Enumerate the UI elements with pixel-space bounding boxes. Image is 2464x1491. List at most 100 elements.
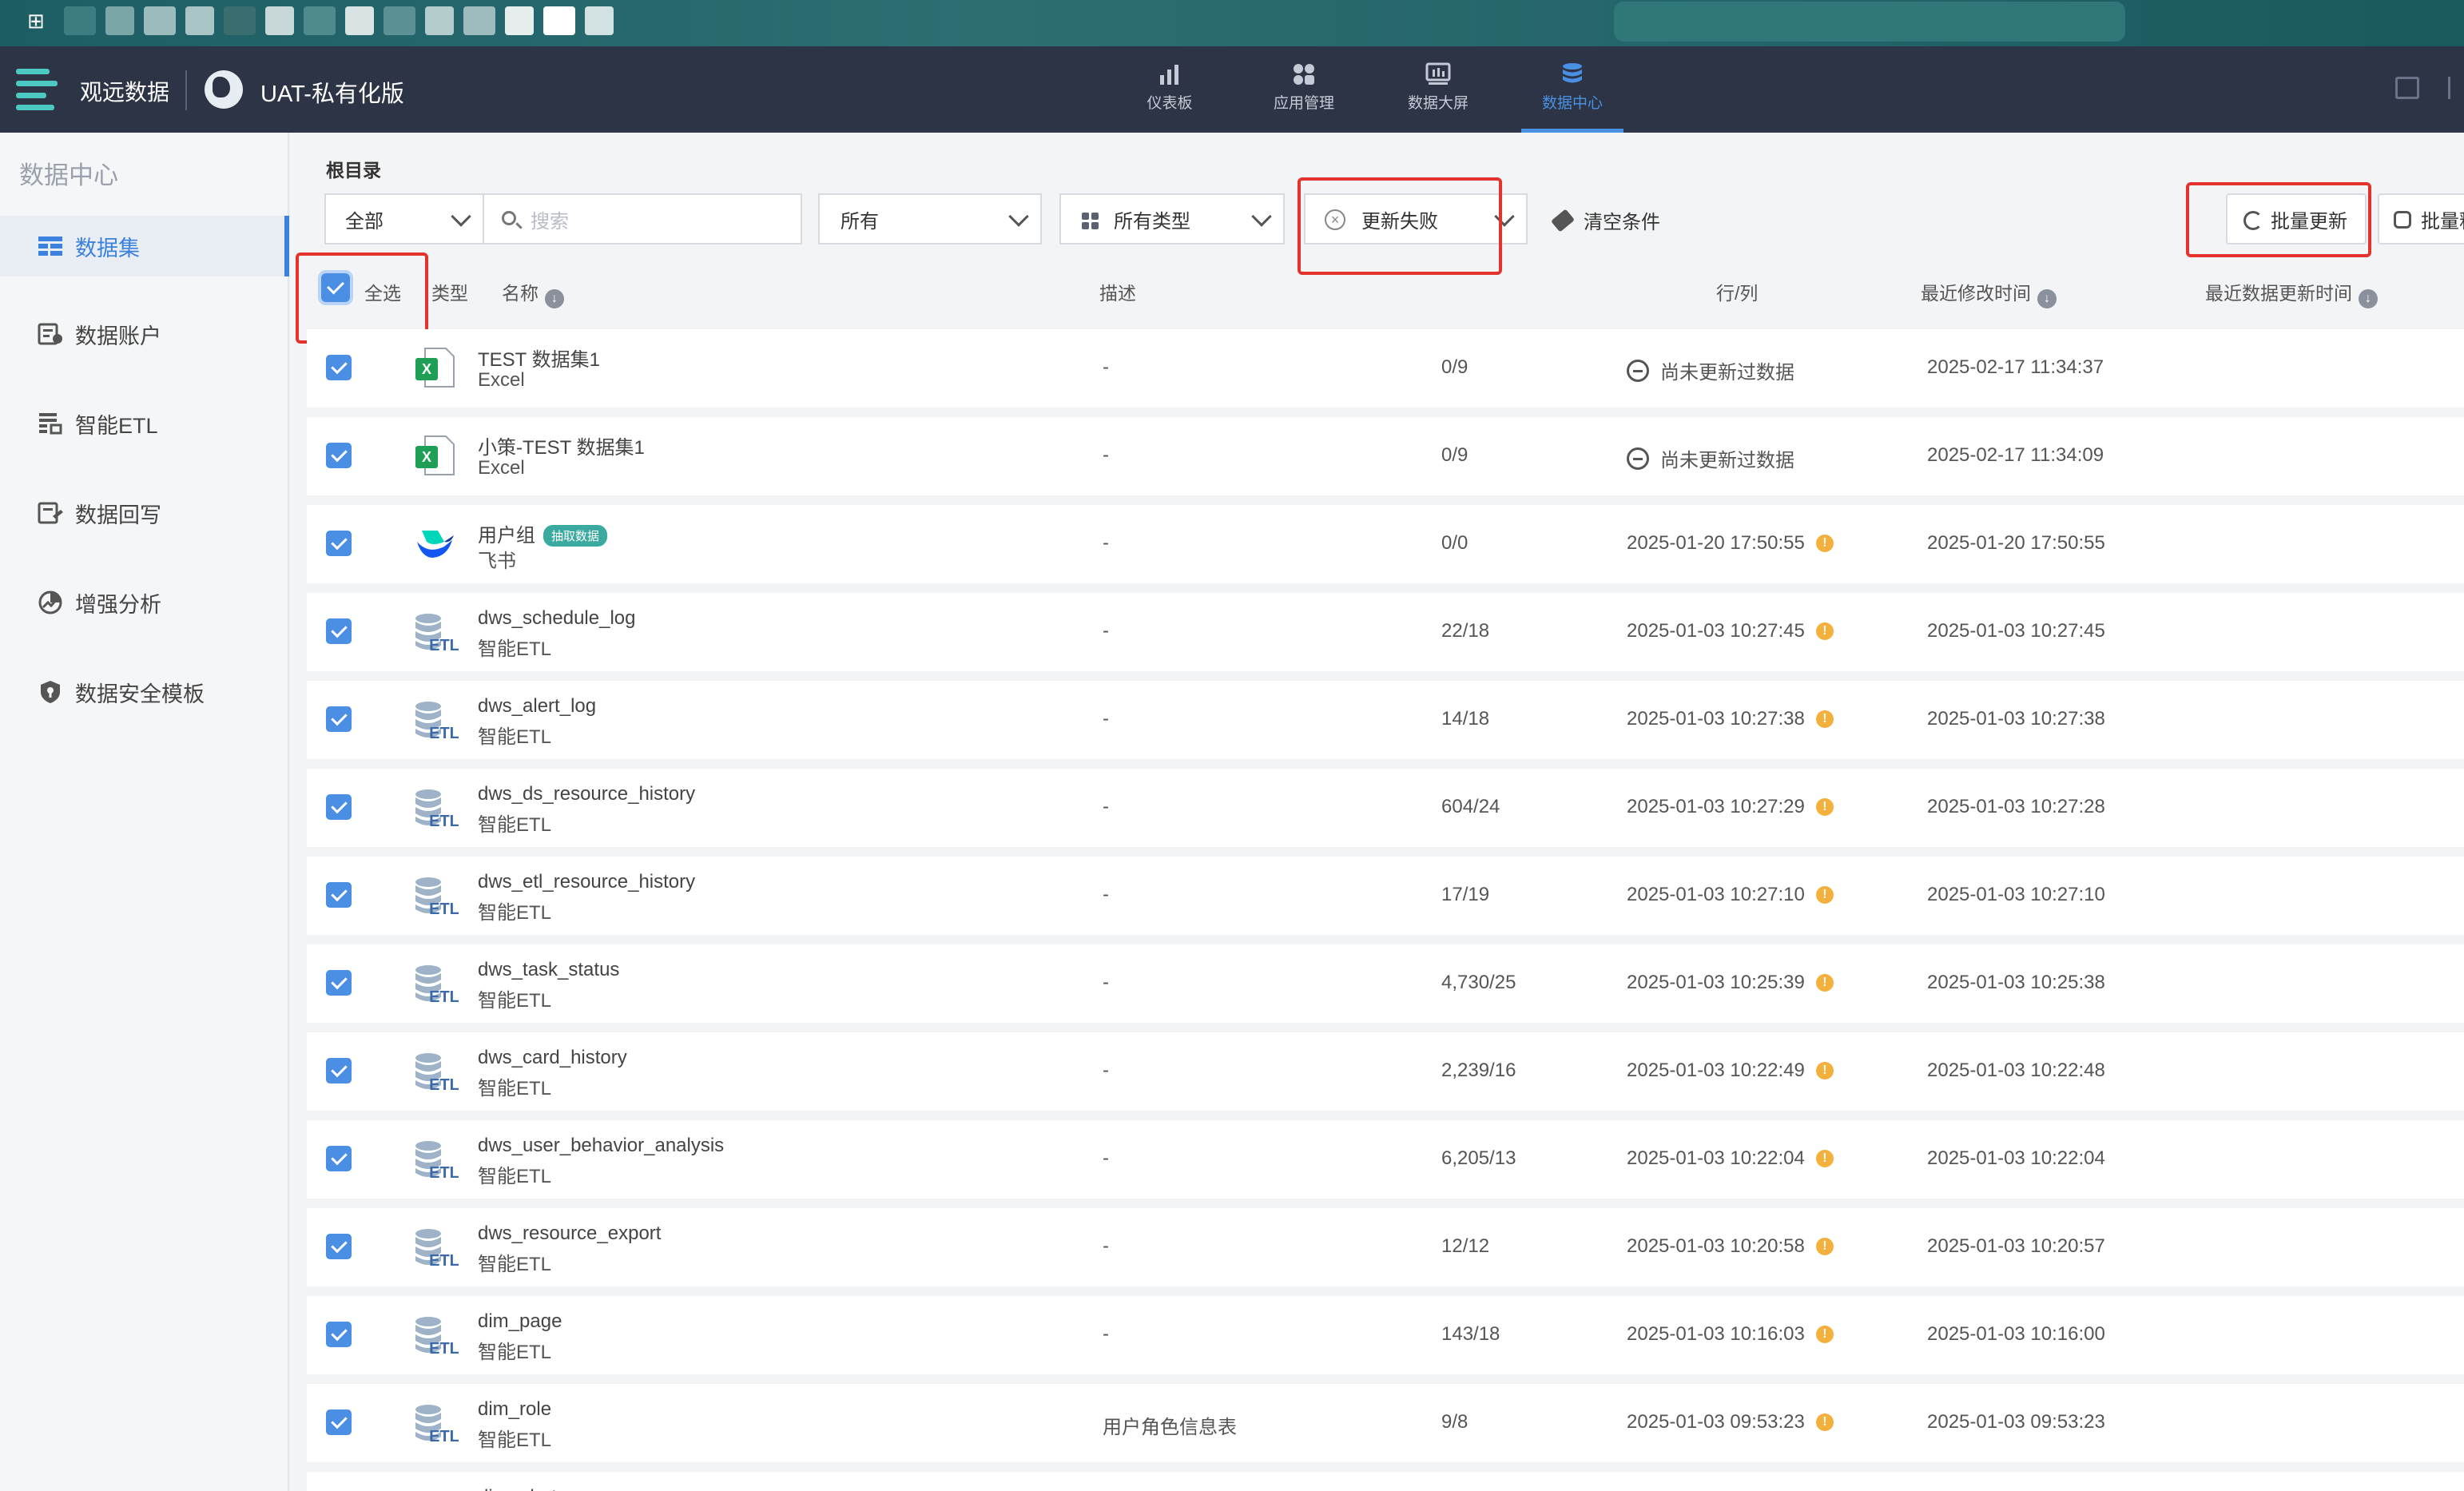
menu-icon[interactable] — [16, 69, 62, 112]
modified-text: 尚未更新过数据 — [1660, 450, 1794, 471]
grid-icon[interactable]: ⊞ — [27, 10, 50, 32]
row-checkbox[interactable] — [326, 882, 352, 908]
batch-other-button[interactable]: 批量释 — [2378, 193, 2464, 245]
table-row[interactable]: 用户组 抽取数据 飞书 -0/0 2025-01-20 17:50:55! 2025-01… — [307, 505, 2464, 583]
nav-data-center[interactable]: 数据中心 — [1505, 46, 1639, 133]
dataset-name[interactable]: dim_page — [478, 1310, 562, 1333]
svg-text:ETL: ETL — [429, 1252, 459, 1270]
blurred-tabs — [64, 5, 1582, 37]
link-icon — [2394, 211, 2411, 229]
sort-icon[interactable]: ↓ — [2359, 289, 2378, 308]
col-updated[interactable]: 最近数据更新时间 ↓ — [2205, 278, 2378, 308]
sidebar-item-label: 增强分析 — [75, 592, 161, 617]
table-row[interactable]: ETL dws_resource_export 智能ETL - 12/12 2025-01… — [307, 1208, 2464, 1286]
row-checkbox[interactable] — [326, 1146, 352, 1171]
screen-icon — [1425, 62, 1451, 85]
dataset-name[interactable]: dws_schedule_log — [478, 607, 635, 630]
table-row[interactable]: ETL dws_alert_log 智能ETL - 14/18 2025-01-03 10… — [307, 681, 2464, 759]
updated-time: 2025-01-03 10:22:04 — [1927, 1147, 2105, 1169]
warning-icon[interactable]: ! — [1815, 622, 1834, 640]
updated-time: 2025-01-03 09:53:23 — [1927, 1411, 2105, 1433]
sidebar-item-writeback[interactable]: 数据回写 — [0, 483, 288, 543]
scope-select[interactable]: 全部 — [324, 193, 484, 245]
breadcrumb[interactable]: 根目录 — [326, 155, 381, 182]
dataset-name[interactable]: dws_user_behavior_analysis — [478, 1135, 724, 1157]
nav-apps[interactable]: 应用管理 — [1237, 46, 1371, 133]
sort-icon[interactable]: ↓ — [545, 289, 564, 308]
dataset-name[interactable]: dws_etl_resource_history — [478, 871, 695, 893]
table-row[interactable]: ETL dws_task_status 智能ETL - 4,730/25 2025-01-… — [307, 944, 2464, 1023]
window-icon[interactable] — [2395, 77, 2419, 99]
row-checkbox[interactable] — [326, 531, 352, 556]
more-icon[interactable] — [2448, 77, 2464, 99]
table-row[interactable]: ETL dws_etl_resource_history 智能ETL - 17/19 20… — [307, 857, 2464, 935]
table-row[interactable]: ETL dws_ds_resource_history 智能ETL - 604/24 20… — [307, 769, 2464, 847]
row-checkbox[interactable] — [326, 706, 352, 732]
clear-conditions-button[interactable]: 清空条件 — [1551, 206, 1660, 234]
search-input[interactable]: 搜索 — [483, 193, 802, 245]
dataset-name[interactable]: dim_alert — [478, 1486, 557, 1491]
warning-icon[interactable]: ! — [1815, 1238, 1834, 1255]
dataset-name[interactable]: dws_resource_export — [478, 1223, 661, 1245]
sidebar-item-label: 数据回写 — [75, 503, 161, 527]
dataset-name[interactable]: dws_card_history — [478, 1047, 627, 1069]
table-row[interactable]: ETL dim_page 智能ETL - 143/18 2025-01-03 10:16:… — [307, 1296, 2464, 1374]
table-row[interactable]: ETL dws_schedule_log 智能ETL - 22/18 2025-01-03… — [307, 593, 2464, 671]
search-icon — [502, 211, 516, 225]
warning-icon[interactable]: ! — [1815, 710, 1834, 728]
type-select[interactable]: 所有类型 — [1059, 193, 1285, 245]
table-row[interactable]: ETL dws_card_history 智能ETL - 2,239/16 2025-01… — [307, 1032, 2464, 1111]
dataset-name[interactable]: 用户组 抽取数据 — [478, 519, 608, 547]
dataset-desc: - — [1103, 356, 1109, 378]
dataset-name[interactable]: 小策-TEST 数据集1 — [478, 431, 645, 459]
row-checkbox[interactable] — [326, 355, 352, 380]
dataset-name[interactable]: dws_task_status — [478, 959, 619, 981]
dataset-name[interactable]: dim_role — [478, 1398, 551, 1421]
workspace-name[interactable]: UAT-私有化版 — [260, 75, 404, 109]
row-checkbox[interactable] — [326, 1234, 352, 1259]
updated-time: 2025-01-03 10:27:45 — [1927, 620, 2105, 642]
col-name[interactable]: 名称 ↓ — [502, 278, 564, 308]
warning-icon[interactable]: ! — [1815, 1150, 1834, 1167]
row-checkbox[interactable] — [326, 443, 352, 468]
warning-icon[interactable]: ! — [1815, 886, 1834, 904]
dataset-desc: - — [1103, 796, 1109, 817]
sidebar-item-etl[interactable]: 智能ETL — [0, 393, 288, 454]
warning-icon[interactable]: ! — [1815, 974, 1834, 992]
sidebar-item-security[interactable]: 数据安全模板 — [0, 662, 288, 722]
warning-icon[interactable]: ! — [1815, 1326, 1834, 1343]
sidebar-item-account[interactable]: 数据账户 — [0, 304, 288, 364]
dataset-name[interactable]: dws_ds_resource_history — [478, 783, 695, 805]
rows-cols: 14/18 — [1441, 708, 1490, 730]
row-checkbox[interactable] — [326, 1409, 352, 1435]
table-row[interactable]: ETL dws_user_behavior_analysis 智能ETL - 6,205… — [307, 1120, 2464, 1199]
nav-screen[interactable]: 数据大屏 — [1371, 46, 1505, 133]
owner-select[interactable]: 所有 — [818, 193, 1042, 245]
dataset-name[interactable]: TEST 数据集1 — [478, 344, 600, 372]
sidebar-item-dataset[interactable]: 数据集 — [0, 216, 289, 276]
warning-icon[interactable]: ! — [1815, 1413, 1834, 1431]
col-modified[interactable]: 最近修改时间 ↓ — [1921, 278, 2057, 308]
modified-text: 2025-01-03 10:22:49 — [1627, 1060, 1805, 1081]
row-checkbox[interactable] — [326, 1322, 352, 1347]
dataset-source: Excel — [478, 457, 525, 479]
table-row[interactable]: X 小策-TEST 数据集1 Excel - 0/9 尚未更新过数据 2025-02-17 … — [307, 417, 2464, 495]
warning-icon[interactable]: ! — [1815, 798, 1834, 816]
active-browser-tab[interactable] — [1614, 2, 2125, 42]
svg-text:ETL: ETL — [429, 813, 459, 830]
row-checkbox[interactable] — [326, 618, 352, 644]
table-row[interactable]: ETL dim_role 智能ETL 用户角色信息表 9/8 2025-01-03 09:… — [307, 1384, 2464, 1462]
sidebar-item-analysis[interactable]: 增强分析 — [0, 572, 288, 633]
nav-dashboard[interactable]: 仪表板 — [1103, 46, 1237, 133]
row-checkbox[interactable] — [326, 1058, 352, 1083]
row-checkbox[interactable] — [326, 970, 352, 996]
dataset-name[interactable]: dws_alert_log — [478, 695, 596, 718]
row-checkbox[interactable] — [326, 794, 352, 820]
warning-icon[interactable]: ! — [1815, 535, 1834, 552]
warning-icon[interactable]: ! — [1815, 1062, 1834, 1079]
table-row[interactable]: ETL dim_alert — [307, 1472, 2464, 1491]
sort-icon[interactable]: ↓ — [2037, 289, 2057, 308]
dataset-name-text: TEST 数据集1 — [478, 349, 600, 371]
table-row[interactable]: X TEST 数据集1 Excel - 0/9 尚未更新过数据 2025-02-17 11:… — [307, 329, 2464, 408]
nav-label: 数据大屏 — [1407, 95, 1468, 112]
